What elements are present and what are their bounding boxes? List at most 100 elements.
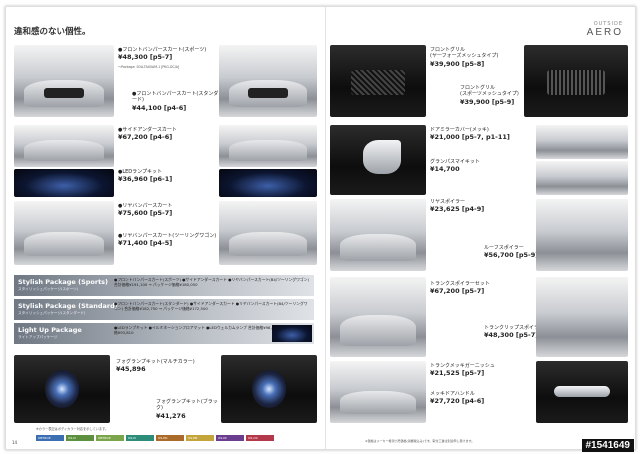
package-lightup-thumb bbox=[272, 325, 312, 342]
fog-lamp-label: フォグランプキット(マルチカラー) ¥45,896 bbox=[116, 359, 226, 373]
mirror-photo-2 bbox=[536, 125, 628, 159]
rear-skirt-photo bbox=[14, 201, 114, 265]
package-sports-name: Stylish Package (Sports) bbox=[18, 278, 109, 286]
led-lamp-photo-2 bbox=[219, 169, 317, 197]
package-standard-sub: スタイリッシュパッケージ(スタンダード) bbox=[18, 311, 86, 315]
rear-skirt-photo-2 bbox=[219, 201, 317, 265]
mirror-photo-3 bbox=[536, 161, 628, 195]
front-spoiler-photo bbox=[14, 45, 114, 117]
grille-sub: (ヤーフォーズメッシュタイプ) bbox=[430, 53, 499, 60]
page-number: 14 bbox=[12, 440, 18, 445]
led-lamp-photo bbox=[14, 169, 114, 197]
color-swatch: OBTROP bbox=[96, 435, 124, 441]
package-sports: Stylish Package (Sports) スタイリッシュパッケージ(スポ… bbox=[14, 275, 314, 296]
led-lamp-name: ●LEDランプキット bbox=[118, 169, 163, 175]
front-spoiler-std-label: ●フロントバンパースカート(スタンダード) ¥44,100 [p4-6] bbox=[132, 91, 222, 112]
trunk-name: トランクスポイラーセット bbox=[430, 281, 490, 287]
fog-lamp-price: ¥45,896 bbox=[116, 365, 146, 374]
package-standard-text: ●フロントバンパースカート(スタンダード) ●サイドアンダースカート ●リヤバン… bbox=[114, 301, 308, 311]
legend-note: ※カラー表記はボディカラー対応を示しています。 bbox=[36, 426, 109, 431]
grille-photo bbox=[330, 45, 426, 117]
roof-label: ルーフスポイラー ¥56,700 [p5-9] bbox=[484, 245, 544, 259]
grille-price: ¥39,900 [p5-8] bbox=[430, 59, 485, 68]
front-spoiler-note: 〜Package: SOA-TAX0AM-1 [PKG-DC/A] bbox=[118, 65, 180, 69]
image-id-badge: #1541649 bbox=[581, 439, 634, 452]
mirror2-price: ¥14,700 bbox=[430, 165, 460, 174]
handle-name: メッキドアハンドル bbox=[430, 391, 475, 397]
front-spoiler-std-price: ¥44,100 [p4-6] bbox=[132, 103, 187, 112]
side-skirt-photo-2 bbox=[219, 125, 317, 167]
trunk-label: トランクスポイラーセット ¥67,200 [p5-7] bbox=[430, 281, 530, 295]
front-spoiler-std-name: ●フロントバンパースカート(スタンダード) bbox=[132, 91, 219, 104]
trunk2-label: トランクリップスポイラー ¥48,300 [p5-7] bbox=[484, 325, 544, 339]
trunk3-label: トランクメッキガーニッシュ ¥21,525 [p5-7] bbox=[430, 363, 540, 377]
roof-price: ¥56,700 [p5-9] bbox=[484, 251, 539, 260]
color-swatch: OS-OC bbox=[246, 435, 274, 441]
color-swatch: OS-N bbox=[126, 435, 154, 441]
section-heading: OUTSIDE AERO bbox=[587, 21, 623, 38]
trunk-spoiler-photo bbox=[330, 277, 426, 357]
grille2-sub: (スポーツメッシュタイプ) bbox=[460, 91, 519, 98]
side-skirt-price: ¥67,200 [p4-6] bbox=[118, 133, 173, 142]
trunk-price: ¥67,200 [p5-7] bbox=[430, 287, 485, 296]
front-spoiler-name: ●フロントバンパースカート(スポーツ) bbox=[118, 47, 207, 53]
trunk3-name: トランクメッキガーニッシュ bbox=[430, 363, 495, 369]
fog-lamp-black-price: ¥41,276 bbox=[156, 411, 186, 420]
door-handle-photo bbox=[536, 361, 628, 423]
rear-skirt-label: ●リヤバンパースカート ¥75,600 [p5-7] bbox=[118, 203, 218, 217]
package-lightup-sub: ライトアップパッケージ bbox=[18, 335, 58, 339]
rear-skirt-name: ●リヤバンパースカート bbox=[118, 203, 173, 209]
grille2-label: フロントグリル (スポーツメッシュタイプ) ¥39,900 [p5-9] bbox=[460, 85, 522, 106]
color-swatch: OS-PB bbox=[186, 435, 214, 441]
fog-lamp-name: フォグランプキット(マルチカラー) bbox=[116, 359, 195, 365]
fog-lamp-photo bbox=[14, 355, 110, 423]
package-standard: Stylish Package (Standard) スタイリッシュパッケージ(… bbox=[14, 299, 314, 320]
handle-price: ¥27,720 [p4-6] bbox=[430, 397, 485, 406]
page-fold bbox=[325, 7, 326, 449]
mirror-name: ドアミラーカバー(メッキ) bbox=[430, 127, 489, 133]
mirror-price: ¥21,000 [p5-7, p1-11] bbox=[430, 133, 510, 142]
color-swatch: OS-N bbox=[66, 435, 94, 441]
rear-skirt-wagon-price: ¥71,400 [p4-5] bbox=[118, 239, 173, 248]
mirror-label: ドアミラーカバー(メッキ) ¥21,000 [p5-7, p1-11] bbox=[430, 127, 530, 141]
handle-label: メッキドアハンドル ¥27,720 [p4-6] bbox=[430, 391, 530, 405]
color-legend: OBTROP OS-N OBTROP OS-N OS-PD OS-PB OS-IN OS-OC bbox=[36, 435, 274, 441]
rear-skirt-wagon-name: ●リヤバンパースカート(ツーリングワゴン) bbox=[118, 233, 217, 239]
trunk2-name: トランクリップスポイラー bbox=[484, 325, 545, 331]
trunk2-price: ¥48,300 [p5-7] bbox=[484, 331, 539, 340]
rear-skirt-price: ¥75,600 [p5-7] bbox=[118, 209, 173, 218]
roof-spoiler-photo bbox=[330, 199, 426, 271]
wing-name: リヤスポイラー bbox=[430, 199, 466, 205]
wing-price: ¥23,625 [p4-9] bbox=[430, 205, 485, 214]
roof-name: ルーフスポイラー bbox=[484, 245, 524, 251]
fog-lamp-black-label: フォグランプキット(ブラック) ¥41,276 bbox=[156, 399, 220, 420]
fog-lamp-black-photo bbox=[221, 355, 317, 423]
package-lightup: Light Up Package ライトアップパッケージ ●LEDランプキット … bbox=[14, 323, 314, 344]
roof-spoiler-photo-2 bbox=[536, 199, 628, 271]
mirror2-label: グランパスマイキット ¥14,700 bbox=[430, 159, 530, 173]
fog-lamp-black-name: フォグランプキット(ブラック) bbox=[156, 399, 218, 412]
grille2-price: ¥39,900 [p5-9] bbox=[460, 97, 515, 106]
side-skirt-photo bbox=[14, 125, 114, 167]
trunk-garnish-photo bbox=[330, 361, 426, 423]
footer-disclaimer: ※価格はメーカー希望小売価格(消費税込み)です。取付工賃は別途申し受けます。 bbox=[365, 439, 475, 444]
brochure-page: 違和感のない個性。 OUTSIDE AERO ●フロントバンパースカート(スポー… bbox=[5, 6, 636, 450]
grille2-photo bbox=[524, 45, 628, 117]
led-lamp-price: ¥36,960 [p6-1] bbox=[118, 175, 173, 184]
section-name: AERO bbox=[586, 27, 623, 38]
side-skirt-name: ●サイドアンダースカート bbox=[118, 127, 177, 133]
package-standard-name: Stylish Package (Standard) bbox=[18, 302, 118, 310]
front-spoiler-price: ¥48,300 [p5-7] bbox=[118, 53, 173, 62]
color-swatch: OS-PD bbox=[156, 435, 184, 441]
package-sports-text: ●フロントバンパースカート(スポーツ) ●サイドアンダースカート ●リヤバンパー… bbox=[114, 277, 309, 287]
color-swatch: OS-IN bbox=[216, 435, 244, 441]
package-lightup-name: Light Up Package bbox=[18, 326, 82, 334]
package-sports-sub: スタイリッシュパッケージ(スポーツ) bbox=[18, 287, 79, 291]
side-skirt-label: ●サイドアンダースカート ¥67,200 [p4-6] bbox=[118, 127, 218, 141]
mirror2-name: グランパスマイキット bbox=[430, 159, 480, 165]
mirror-photo bbox=[330, 125, 426, 195]
trunk3-price: ¥21,525 [p5-7] bbox=[430, 369, 485, 378]
led-lamp-label: ●LEDランプキット ¥36,960 [p6-1] bbox=[118, 169, 218, 183]
front-spoiler-label: ●フロントバンパースカート(スポーツ) ¥48,300 [p5-7] bbox=[118, 47, 213, 61]
wing-label: リヤスポイラー ¥23,625 [p4-9] bbox=[430, 199, 530, 213]
